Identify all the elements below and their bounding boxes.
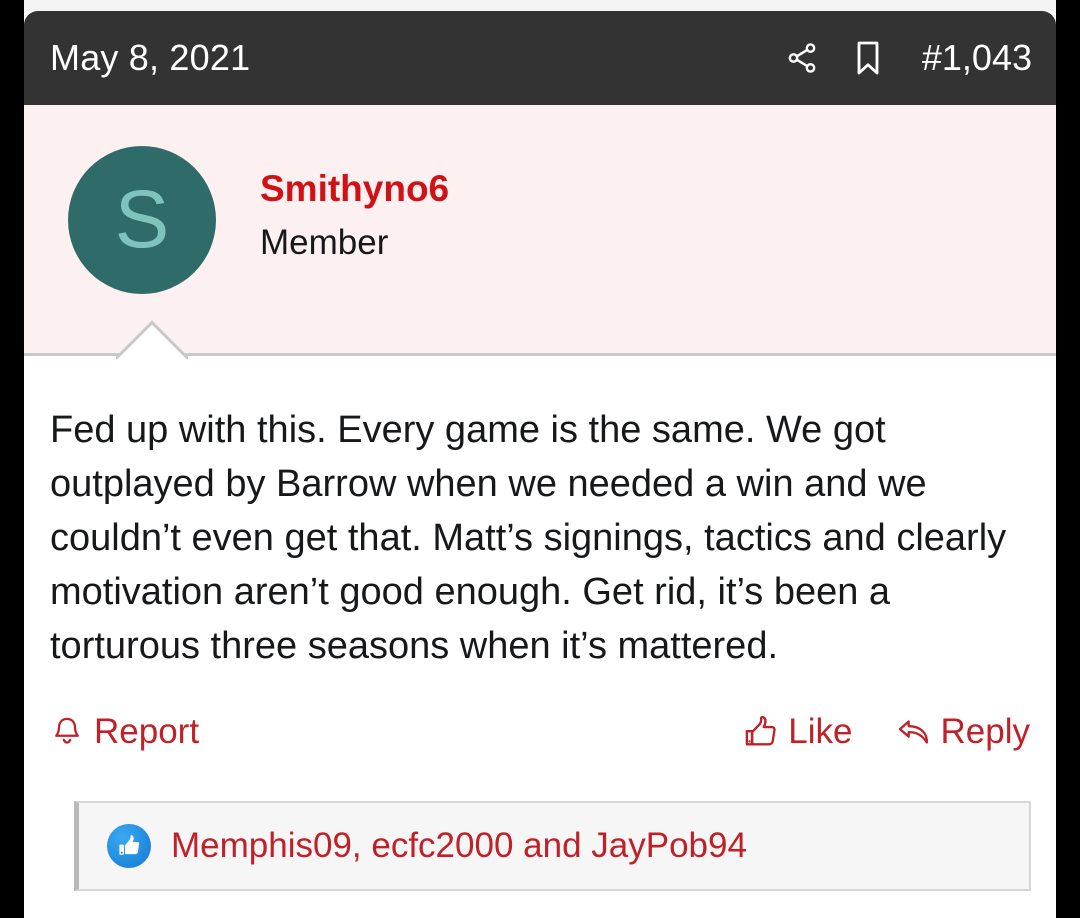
likes-bar: Memphis09, ecfc2000 and JayPob94 [74,801,1031,891]
report-label: Report [94,712,200,751]
author-name[interactable]: Smithyno6 [260,168,449,211]
post-body: Fed up with this. Every game is the same… [24,359,1056,673]
reply-button[interactable]: Reply [897,712,1030,752]
post-message-text: Fed up with this. Every game is the same… [50,409,1017,667]
phone-screen: May 8, 2021 #1,043 S Smithyno6 Member Fe… [0,0,1080,918]
forum-post-card: May 8, 2021 #1,043 S Smithyno6 Member Fe… [24,0,1056,918]
report-button[interactable]: Report [50,712,199,752]
share-icon[interactable] [782,38,822,78]
author-title: Member [260,222,389,262]
top-strip [24,0,1056,11]
header-actions: #1,043 [782,37,1032,79]
likes-names[interactable]: Memphis09, ecfc2000 and JayPob94 [171,826,747,866]
avatar[interactable]: S [68,146,216,294]
post-header: May 8, 2021 #1,043 [24,11,1056,105]
post-action-right-group: Like Reply [744,712,1030,752]
thumbs-up-badge-icon [107,824,151,868]
post-date: May 8, 2021 [50,37,251,78]
post-number: #1,043 [921,37,1032,78]
bookmark-icon[interactable] [848,38,888,78]
author-meta: Smithyno6 Member [260,146,449,265]
speech-bubble-tail [116,318,188,360]
reply-label: Reply [940,712,1030,751]
post-action-row: Report Like Reply [24,712,1056,752]
like-label: Like [788,712,853,751]
bell-icon [50,713,84,751]
reply-arrow-icon [897,713,931,751]
thumbs-up-icon [744,713,778,751]
like-button[interactable]: Like [744,712,853,752]
